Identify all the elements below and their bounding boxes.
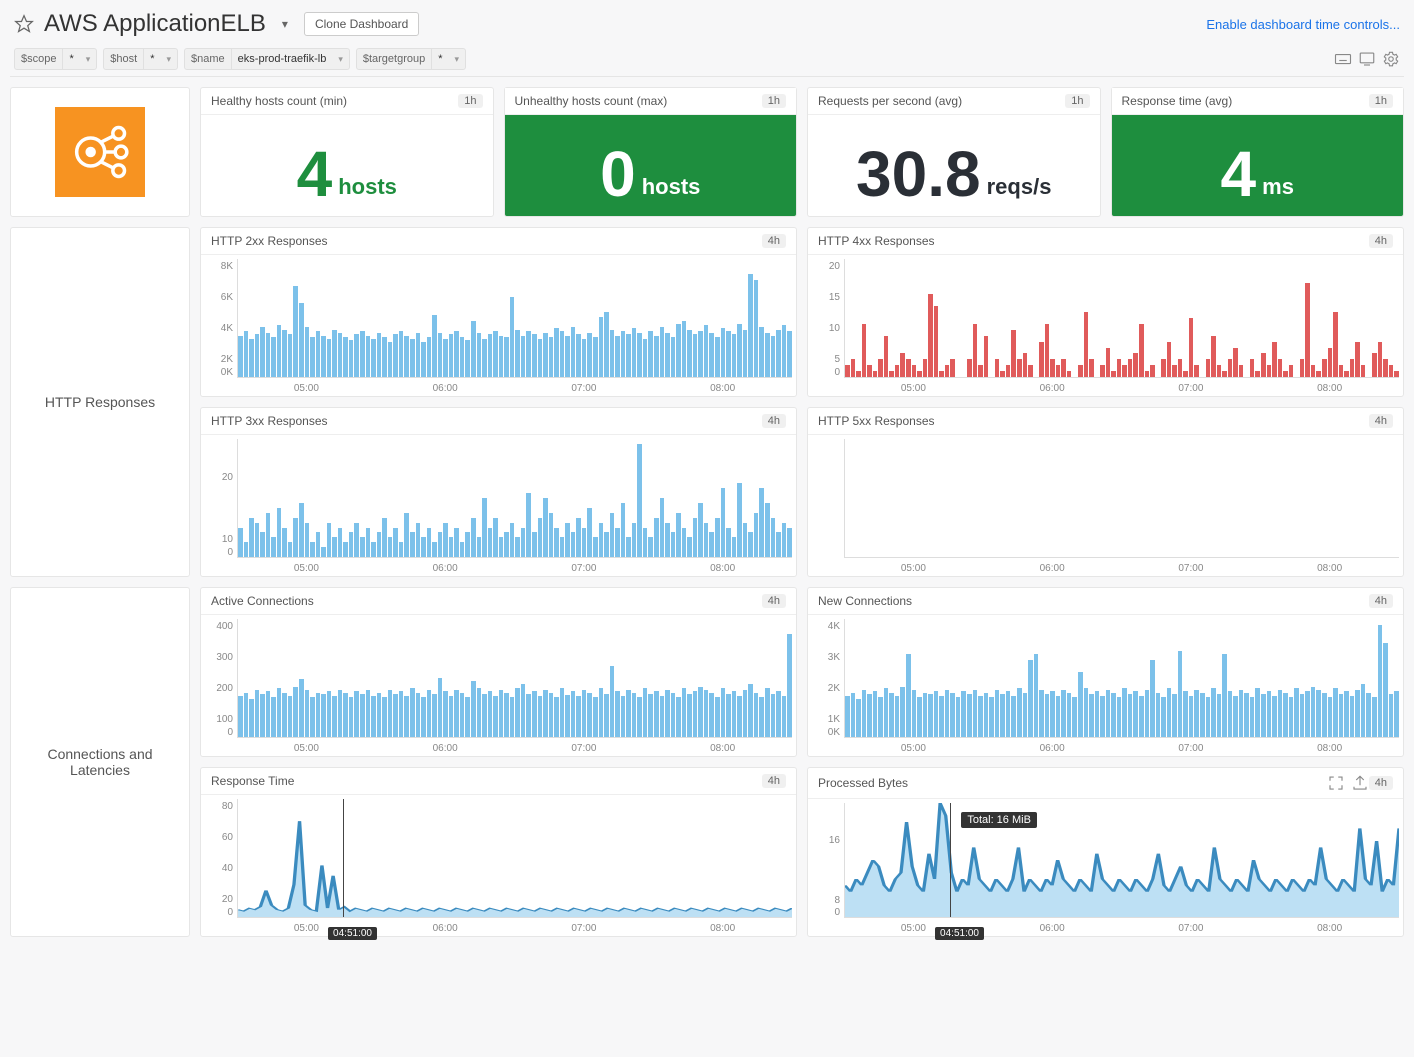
chart-http-2xx[interactable]: HTTP 2xx Responses4h8K6K4K2K0K05:0006:00… [200, 227, 797, 397]
plot-area[interactable] [237, 619, 792, 738]
variable-scope[interactable]: $scope*▾ [14, 48, 97, 70]
plot-area[interactable] [237, 259, 792, 378]
chart-http-3xx[interactable]: HTTP 3xx Responses4h2010005:0006:0007:00… [200, 407, 797, 577]
plot-area[interactable] [237, 439, 792, 558]
export-icon[interactable] [1351, 774, 1369, 792]
logo-card [10, 87, 190, 217]
stat-card[interactable]: Healthy hosts count (min)1h4hosts [200, 87, 494, 217]
fullscreen-icon[interactable] [1327, 774, 1345, 792]
stat-card[interactable]: Requests per second (avg)1h30.8reqs/s [807, 87, 1101, 217]
stats-row: Healthy hosts count (min)1h4hostsUnhealt… [10, 87, 1404, 217]
enable-time-controls-link[interactable]: Enable dashboard time controls... [1206, 17, 1400, 32]
stat-card[interactable]: Unhealthy hosts count (max)1h0hosts [504, 87, 798, 217]
plot-area[interactable] [844, 619, 1399, 738]
plot-area[interactable] [844, 439, 1399, 558]
clone-dashboard-button[interactable]: Clone Dashboard [304, 12, 419, 36]
section-label-http: HTTP Responses [10, 227, 190, 577]
plot-area[interactable] [844, 259, 1399, 378]
variable-name[interactable]: $nameeks-prod-traefik-lb▾ [184, 48, 350, 70]
section-label-conn: Connections and Latencies [10, 587, 190, 937]
plot-area[interactable] [237, 799, 792, 918]
star-icon[interactable] [14, 14, 34, 34]
chart-http-5xx[interactable]: HTTP 5xx Responses4h05:0006:0007:0008:00 [807, 407, 1404, 577]
dashboard-header: AWS ApplicationELB ▾ Clone Dashboard Ena… [10, 10, 1404, 42]
tv-icon[interactable] [1358, 50, 1376, 68]
chart-response-time[interactable]: Response Time4h80604020004:51:0005:0006:… [200, 767, 797, 937]
gear-icon[interactable] [1382, 50, 1400, 68]
title-dropdown-icon[interactable]: ▾ [276, 11, 294, 37]
dashboard-title: AWS ApplicationELB [44, 10, 266, 38]
stat-card[interactable]: Response time (avg)1h4ms [1111, 87, 1405, 217]
variable-bar: $scope*▾ $host*▾ $nameeks-prod-traefik-lb▾… [10, 42, 1404, 77]
hover-tooltip: Total: 16 MiB [961, 812, 1037, 828]
chart-http-4xx[interactable]: HTTP 4xx Responses4h2015105005:0006:0007… [807, 227, 1404, 397]
http-responses-row: HTTP Responses HTTP 2xx Responses4h8K6K4… [10, 227, 1404, 577]
variable-targetgroup[interactable]: $targetgroup*▾ [356, 48, 466, 70]
aws-elb-logo [55, 107, 145, 197]
plot-area[interactable]: Total: 16 MiB [844, 803, 1399, 918]
chart-processed-bytes[interactable]: Processed Bytes4h1680Total: 16 MiB04:51:… [807, 767, 1404, 937]
chart-active-connections[interactable]: Active Connections4h400300200100005:0006… [200, 587, 797, 757]
keyboard-icon[interactable] [1334, 50, 1352, 68]
chart-new-connections[interactable]: New Connections4h4K3K2K1K0K05:0006:0007:… [807, 587, 1404, 757]
variable-host[interactable]: $host*▾ [103, 48, 178, 70]
connections-row: Connections and Latencies Active Connect… [10, 587, 1404, 937]
